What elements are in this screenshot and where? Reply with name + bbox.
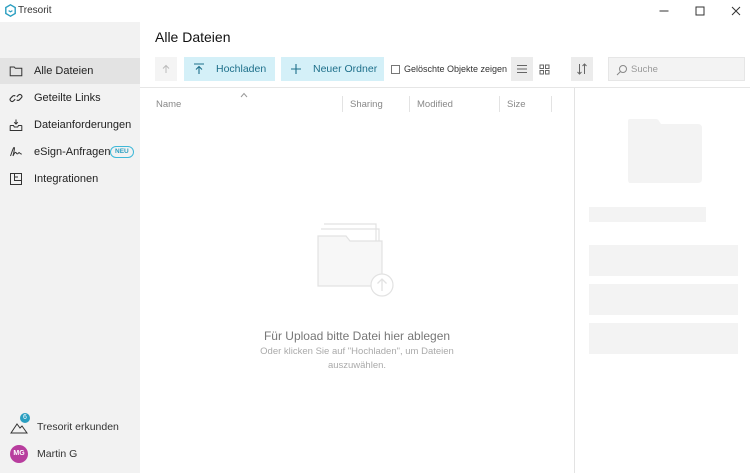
sidebar-item-label: Alle Dateien bbox=[34, 65, 94, 77]
upload-label: Hochladen bbox=[216, 63, 267, 75]
sidebar-item-esign-requests[interactable]: eSign-Anfragen NEU bbox=[0, 139, 140, 165]
toolbar: Hochladen Neuer Ordner Gelöschte Objekte… bbox=[140, 57, 750, 81]
sidebar: Alle Dateien Geteilte Links Dateianforde… bbox=[0, 22, 140, 473]
empty-folder-upload-icon bbox=[317, 223, 394, 297]
sidebar-item-shared-links[interactable]: Geteilte Links bbox=[0, 85, 140, 111]
placeholder-title-bar bbox=[589, 207, 706, 222]
avatar: MG bbox=[10, 445, 28, 463]
page-title: Alle Dateien bbox=[155, 29, 231, 45]
column-header-size[interactable]: Size bbox=[507, 99, 525, 110]
column-header-name[interactable]: Name bbox=[156, 99, 181, 110]
sort-arrows-icon bbox=[577, 63, 587, 75]
sort-ascending-icon bbox=[240, 92, 248, 98]
plus-icon bbox=[290, 63, 302, 75]
column-header-modified[interactable]: Modified bbox=[417, 99, 453, 110]
tresorit-logo-icon bbox=[5, 4, 16, 17]
integrations-icon bbox=[8, 171, 24, 187]
column-separator bbox=[409, 96, 410, 112]
user-name: Martin G bbox=[37, 448, 78, 460]
folder-icon bbox=[8, 63, 24, 79]
empty-state-subtitle: Oder klicken Sie auf "Hochladen", um Dat… bbox=[260, 346, 454, 371]
main-content: Alle Dateien Hochladen Neuer Ordner Gelö… bbox=[140, 22, 750, 473]
app-window: Tresorit Alle Dateien Geteilte Links Dat… bbox=[0, 0, 750, 473]
inbox-tray-icon bbox=[8, 117, 24, 133]
column-separator bbox=[499, 96, 500, 112]
close-button[interactable] bbox=[718, 0, 750, 22]
upload-button[interactable]: Hochladen bbox=[184, 57, 275, 81]
search-box[interactable] bbox=[608, 57, 745, 81]
column-header-sharing[interactable]: Sharing bbox=[350, 99, 383, 110]
details-panel bbox=[575, 88, 750, 473]
column-separator bbox=[342, 96, 343, 112]
close-icon bbox=[731, 6, 741, 16]
folder-placeholder-icon bbox=[628, 119, 702, 183]
grid-view-button[interactable] bbox=[533, 57, 555, 81]
app-title: Tresorit bbox=[18, 5, 52, 16]
new-folder-button[interactable]: Neuer Ordner bbox=[281, 57, 384, 81]
maximize-button[interactable] bbox=[682, 0, 718, 22]
link-icon bbox=[8, 90, 24, 106]
placeholder-row bbox=[589, 323, 738, 354]
placeholder-row bbox=[589, 284, 738, 315]
file-list: Name Sharing Modified Size Für Upload bi… bbox=[140, 88, 574, 473]
show-deleted-checkbox[interactable] bbox=[391, 64, 400, 74]
empty-state-title: Für Upload bitte Datei hier ablegen bbox=[263, 329, 451, 343]
maximize-icon bbox=[695, 6, 705, 16]
search-input[interactable] bbox=[631, 58, 741, 80]
arrow-up-icon bbox=[162, 64, 170, 73]
user-account-button[interactable]: MG Martin G bbox=[0, 442, 140, 466]
sidebar-item-all-files[interactable]: Alle Dateien bbox=[0, 58, 140, 84]
grid-view-icon bbox=[539, 64, 549, 74]
show-deleted-label: Gelöschte Objekte zeigen bbox=[404, 64, 508, 74]
sidebar-item-label: eSign-Anfragen bbox=[34, 146, 111, 158]
sidebar-item-file-requests[interactable]: Dateianforderungen bbox=[0, 112, 140, 138]
upload-icon bbox=[193, 63, 205, 75]
list-view-icon bbox=[517, 65, 527, 73]
column-separator bbox=[551, 96, 552, 112]
placeholder-row bbox=[589, 245, 738, 276]
sidebar-item-integrations[interactable]: Integrationen bbox=[0, 166, 140, 192]
signature-icon bbox=[8, 144, 24, 160]
sidebar-item-label: Geteilte Links bbox=[34, 92, 101, 104]
minimize-icon bbox=[659, 10, 669, 12]
explore-label: Tresorit erkunden bbox=[37, 421, 119, 433]
title-bar: Tresorit bbox=[0, 0, 750, 22]
minimize-button[interactable] bbox=[646, 0, 682, 22]
search-icon bbox=[616, 65, 627, 76]
navigate-up-button[interactable] bbox=[155, 57, 177, 81]
explore-count-badge: 6 bbox=[20, 413, 30, 423]
sidebar-item-label: Integrationen bbox=[34, 173, 99, 185]
sidebar-item-label: Dateianforderungen bbox=[34, 119, 132, 131]
sort-button[interactable] bbox=[571, 57, 593, 81]
explore-tresorit-button[interactable]: 6 Tresorit erkunden bbox=[0, 413, 140, 439]
show-deleted-toggle[interactable]: Gelöschte Objekte zeigen bbox=[391, 57, 507, 81]
new-folder-label: Neuer Ordner bbox=[313, 63, 378, 75]
list-view-button[interactable] bbox=[511, 57, 533, 81]
new-badge: NEU bbox=[110, 146, 134, 158]
